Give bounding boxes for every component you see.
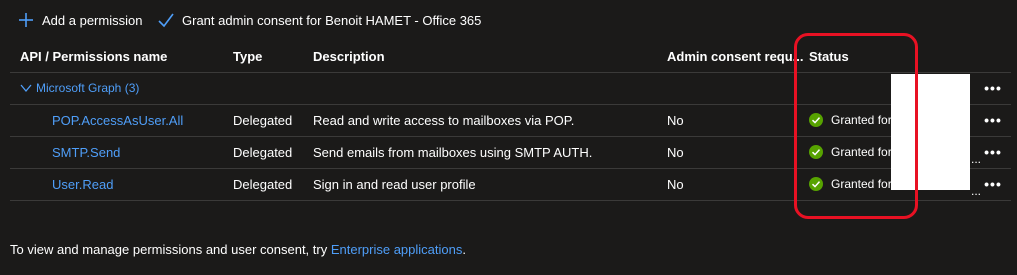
- permission-link[interactable]: POP.AccessAsUser.All: [52, 113, 183, 128]
- truncation-ellipsis: ...: [971, 152, 982, 166]
- type-cell: Delegated: [233, 176, 293, 192]
- add-permission-label: Add a permission: [42, 12, 143, 28]
- footer-period: .: [462, 242, 466, 257]
- admin-consent-cell: No: [667, 176, 684, 192]
- admin-consent-cell: No: [667, 112, 684, 128]
- more-options-icon[interactable]: •••: [982, 104, 1004, 136]
- plus-icon: [19, 13, 33, 27]
- column-header-description[interactable]: Description: [313, 40, 385, 72]
- footer-text: To view and manage permissions and user …: [10, 242, 331, 257]
- description-cell: Sign in and read user profile: [313, 176, 476, 192]
- type-cell: Delegated: [233, 144, 293, 160]
- group-label: Microsoft Graph (3): [36, 81, 140, 95]
- column-header-admin-consent[interactable]: Admin consent requ...: [667, 40, 804, 72]
- more-options-icon[interactable]: •••: [982, 168, 1004, 200]
- grant-admin-consent-button[interactable]: Grant admin consent for Benoit HAMET - O…: [157, 8, 481, 32]
- highlight-annotation: [794, 33, 918, 219]
- admin-consent-cell: No: [667, 144, 684, 160]
- column-header-name[interactable]: API / Permissions name: [20, 40, 167, 72]
- enterprise-applications-link[interactable]: Enterprise applications: [331, 242, 463, 257]
- footer-note: To view and manage permissions and user …: [10, 242, 466, 257]
- description-cell: Read and write access to mailboxes via P…: [313, 112, 575, 128]
- permission-link[interactable]: User.Read: [52, 177, 113, 192]
- more-options-icon[interactable]: •••: [982, 72, 1004, 104]
- truncation-ellipsis: ...: [971, 184, 982, 198]
- description-cell: Send emails from mailboxes using SMTP AU…: [313, 144, 593, 160]
- checkmark-icon: [158, 13, 174, 28]
- group-toggle[interactable]: Microsoft Graph (3): [20, 81, 139, 95]
- permission-link[interactable]: SMTP.Send: [52, 145, 120, 160]
- chevron-down-icon: [20, 84, 32, 93]
- type-cell: Delegated: [233, 112, 293, 128]
- column-header-type[interactable]: Type: [233, 40, 262, 72]
- more-options-icon[interactable]: •••: [982, 136, 1004, 168]
- add-permission-button[interactable]: Add a permission: [17, 8, 142, 32]
- api-permissions-page: Add a permission Grant admin consent for…: [0, 0, 1017, 275]
- group-cell: Microsoft Graph (3): [20, 72, 139, 104]
- grant-admin-consent-label: Grant admin consent for Benoit HAMET - O…: [182, 12, 482, 28]
